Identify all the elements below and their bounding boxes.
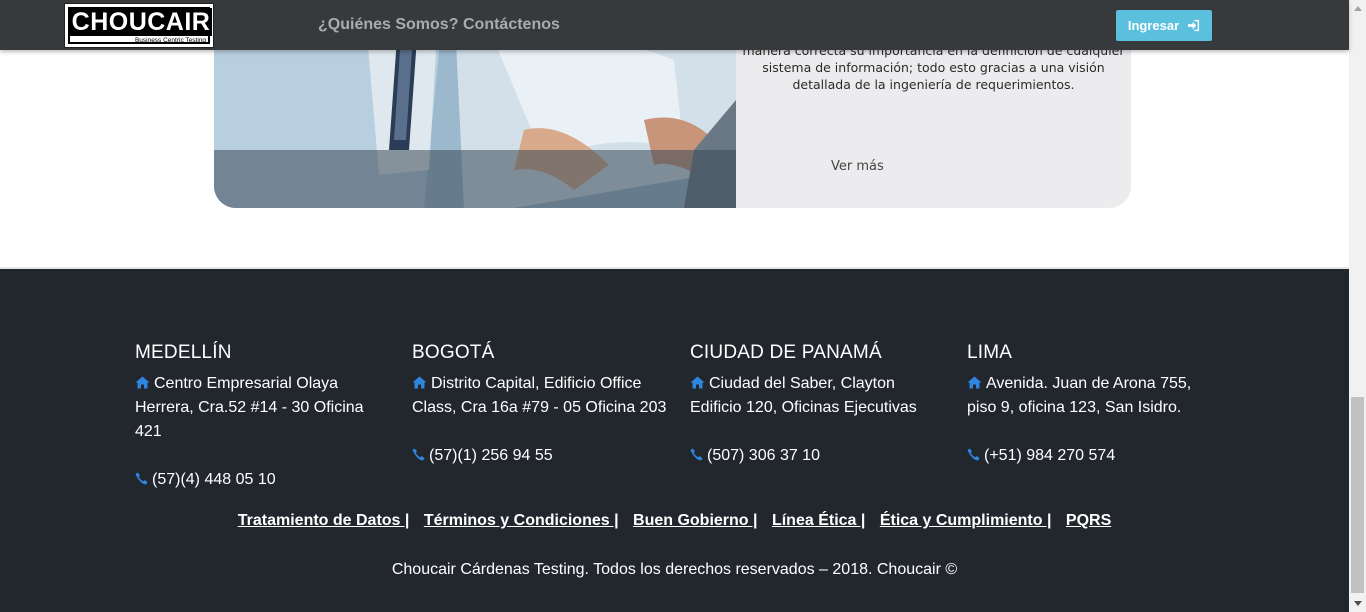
logo-tagline: Business Centric Testing: [134, 37, 206, 44]
scrollbar-thumb[interactable]: [1351, 397, 1364, 593]
phone-icon: [412, 448, 425, 461]
office-address: Centro Empresarial Olaya Herrera, Cra.52…: [135, 372, 390, 444]
ver-mas-link[interactable]: Ver más: [831, 159, 884, 174]
top-navbar: CHOUCAIR Business Centric Testing ¿Quién…: [0, 0, 1349, 50]
office-city: CIUDAD DE PANAMÁ: [690, 342, 882, 363]
logo-frame: CHOUCAIR Business Centric Testing: [68, 7, 212, 44]
office-phone-text: (507) 306 37 10: [707, 447, 820, 464]
page-scrollbar[interactable]: [1349, 0, 1366, 612]
link-terminos-condiciones[interactable]: Términos y Condiciones |: [424, 512, 619, 529]
home-icon: [690, 376, 705, 389]
office-phone: (57)(4) 448 05 10: [135, 468, 390, 492]
office-address-text: Avenida. Juan de Arona 755, piso 9, ofic…: [967, 375, 1192, 416]
scroll-down-arrow-icon[interactable]: [1349, 595, 1366, 612]
scroll-up-arrow-icon[interactable]: [1349, 0, 1366, 17]
office-medellin: MEDELLÍN Centro Empresarial Olaya Herrer…: [135, 342, 390, 492]
office-phone: (57)(1) 256 94 55: [412, 444, 667, 468]
office-city: MEDELLÍN: [135, 342, 232, 363]
phone-icon: [135, 472, 148, 485]
home-icon: [967, 376, 982, 389]
office-phone-text: (+51) 984 270 574: [984, 447, 1116, 464]
office-address: Avenida. Juan de Arona 755, piso 9, ofic…: [967, 372, 1222, 420]
office-city: BOGOTÁ: [412, 342, 495, 363]
office-address: Ciudad del Saber, Clayton Edificio 120, …: [690, 372, 945, 420]
home-icon: [135, 376, 150, 389]
office-address-text: Centro Empresarial Olaya Herrera, Cra.52…: [135, 375, 364, 440]
office-phone: (+51) 984 270 574: [967, 444, 1222, 468]
nav-link-quienes-somos[interactable]: ¿Quiénes Somos?: [318, 16, 458, 34]
footer-links: Tratamiento de Datos | Términos y Condic…: [0, 512, 1349, 530]
link-linea-etica[interactable]: Línea Ética |: [772, 512, 865, 529]
office-phone-text: (57)(1) 256 94 55: [429, 447, 553, 464]
office-phone-text: (57)(4) 448 05 10: [152, 471, 276, 488]
copyright-text: Choucair Cárdenas Testing. Todos los der…: [391, 561, 958, 578]
link-pqrs[interactable]: PQRS: [1066, 512, 1111, 529]
phone-icon: [967, 448, 980, 461]
office-address: Distrito Capital, Edificio Office Class,…: [412, 372, 667, 420]
link-etica-cumplimiento[interactable]: Ética y Cumplimiento |: [880, 512, 1052, 529]
login-button-label: Ingresar: [1127, 18, 1180, 33]
office-lima: LIMA Avenida. Juan de Arona 755, piso 9,…: [967, 342, 1222, 468]
choucair-logo[interactable]: CHOUCAIR Business Centric Testing: [64, 3, 214, 48]
home-icon: [412, 376, 427, 389]
office-phone: (507) 306 37 10: [690, 444, 945, 468]
office-bogota: BOGOTÁ Distrito Capital, Edificio Office…: [412, 342, 667, 468]
office-city: LIMA: [967, 342, 1013, 363]
login-button[interactable]: Ingresar: [1116, 10, 1212, 41]
office-address-text: Distrito Capital, Edificio Office Class,…: [412, 375, 667, 416]
site-footer: MEDELLÍN Centro Empresarial Olaya Herrer…: [0, 267, 1349, 612]
nav-link-contactenos[interactable]: Contáctenos: [463, 16, 560, 34]
sign-in-icon: [1188, 19, 1200, 32]
phone-icon: [690, 448, 703, 461]
link-buen-gobierno[interactable]: Buen Gobierno |: [633, 512, 757, 529]
office-address-text: Ciudad del Saber, Clayton Edificio 120, …: [690, 375, 917, 416]
office-panama: CIUDAD DE PANAMÁ Ciudad del Saber, Clayt…: [690, 342, 945, 468]
logo-brand-text: CHOUCAIR: [70, 8, 212, 36]
link-tratamiento-datos[interactable]: Tratamiento de Datos |: [238, 512, 410, 529]
